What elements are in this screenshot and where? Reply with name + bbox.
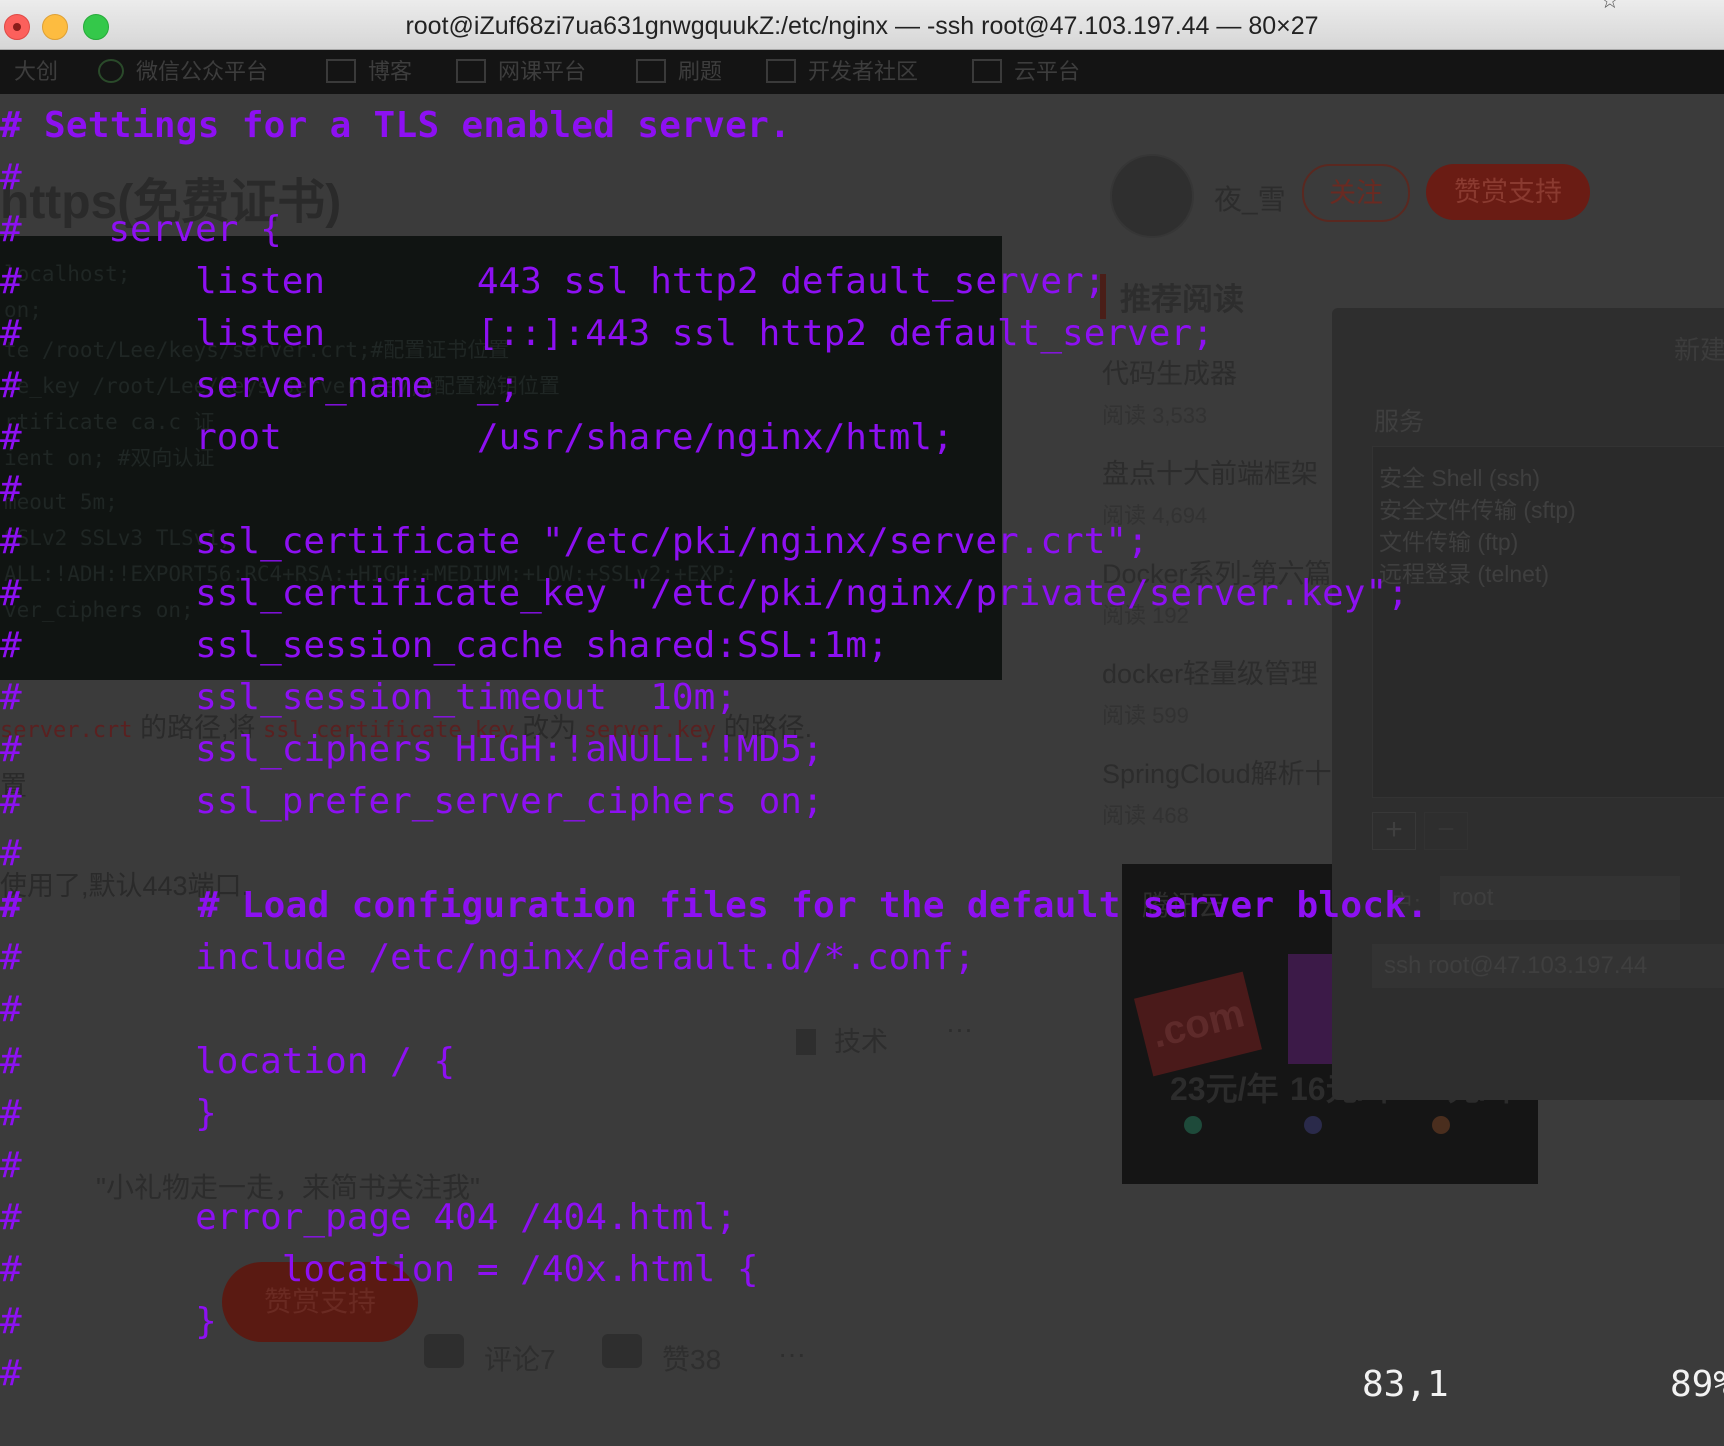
terminal-line: # location / { [0,1041,456,1082]
terminal-output[interactable]: # Settings for a TLS enabled server. # #… [0,50,1724,1446]
terminal-line: # [0,833,22,874]
terminal-line: # [0,1353,22,1394]
terminal-line: # } [0,1093,217,1134]
window-titlebar[interactable]: root@iZuf68zi7ua631gnwgquukZ:/etc/nginx … [0,0,1724,50]
terminal-line: # ssl_certificate_key "/etc/pki/nginx/pr… [0,573,1409,614]
star-icon: ☆ [1600,0,1620,13]
window-title: root@iZuf68zi7ua631gnwgquukZ:/etc/nginx … [405,12,1319,40]
terminal-line: # [0,469,22,510]
terminal-line: # # Load configuration files for the def… [0,885,1429,926]
terminal-line: # ssl_certificate "/etc/pki/nginx/server… [0,521,1149,562]
terminal-line: # include /etc/nginx/default.d/*.conf; [0,937,976,978]
terminal-line: # ssl_session_cache shared:SSL:1m; [0,625,889,666]
terminal-line: # error_page 404 /404.html; [0,1197,737,1238]
vim-cursor-position: 83,1 [1362,1364,1449,1405]
terminal-line: # listen 443 ssl http2 default_server; [0,261,1106,302]
terminal-line: # [0,1145,22,1186]
terminal-line: # } [0,1301,217,1342]
terminal-line: # listen [::]:443 ssl http2 default_serv… [0,313,1214,354]
terminal-line: # [0,157,22,198]
terminal-line: # server { [0,209,282,250]
terminal-line: # server_name _; [0,365,521,406]
vim-scroll-percent: 89% [1670,1364,1724,1405]
terminal-line: # ssl_ciphers HIGH:!aNULL:!MD5; [0,729,824,770]
terminal-line: # ssl_session_timeout 10m; [0,677,737,718]
terminal-line: # Settings for a TLS enabled server. [0,105,792,146]
terminal-line: # root /usr/share/nginx/html; [0,417,954,458]
terminal-line: # ssl_prefer_server_ciphers on; [0,781,824,822]
terminal-line: # [0,989,22,1030]
terminal-line: # location = /40x.html { [0,1249,759,1290]
